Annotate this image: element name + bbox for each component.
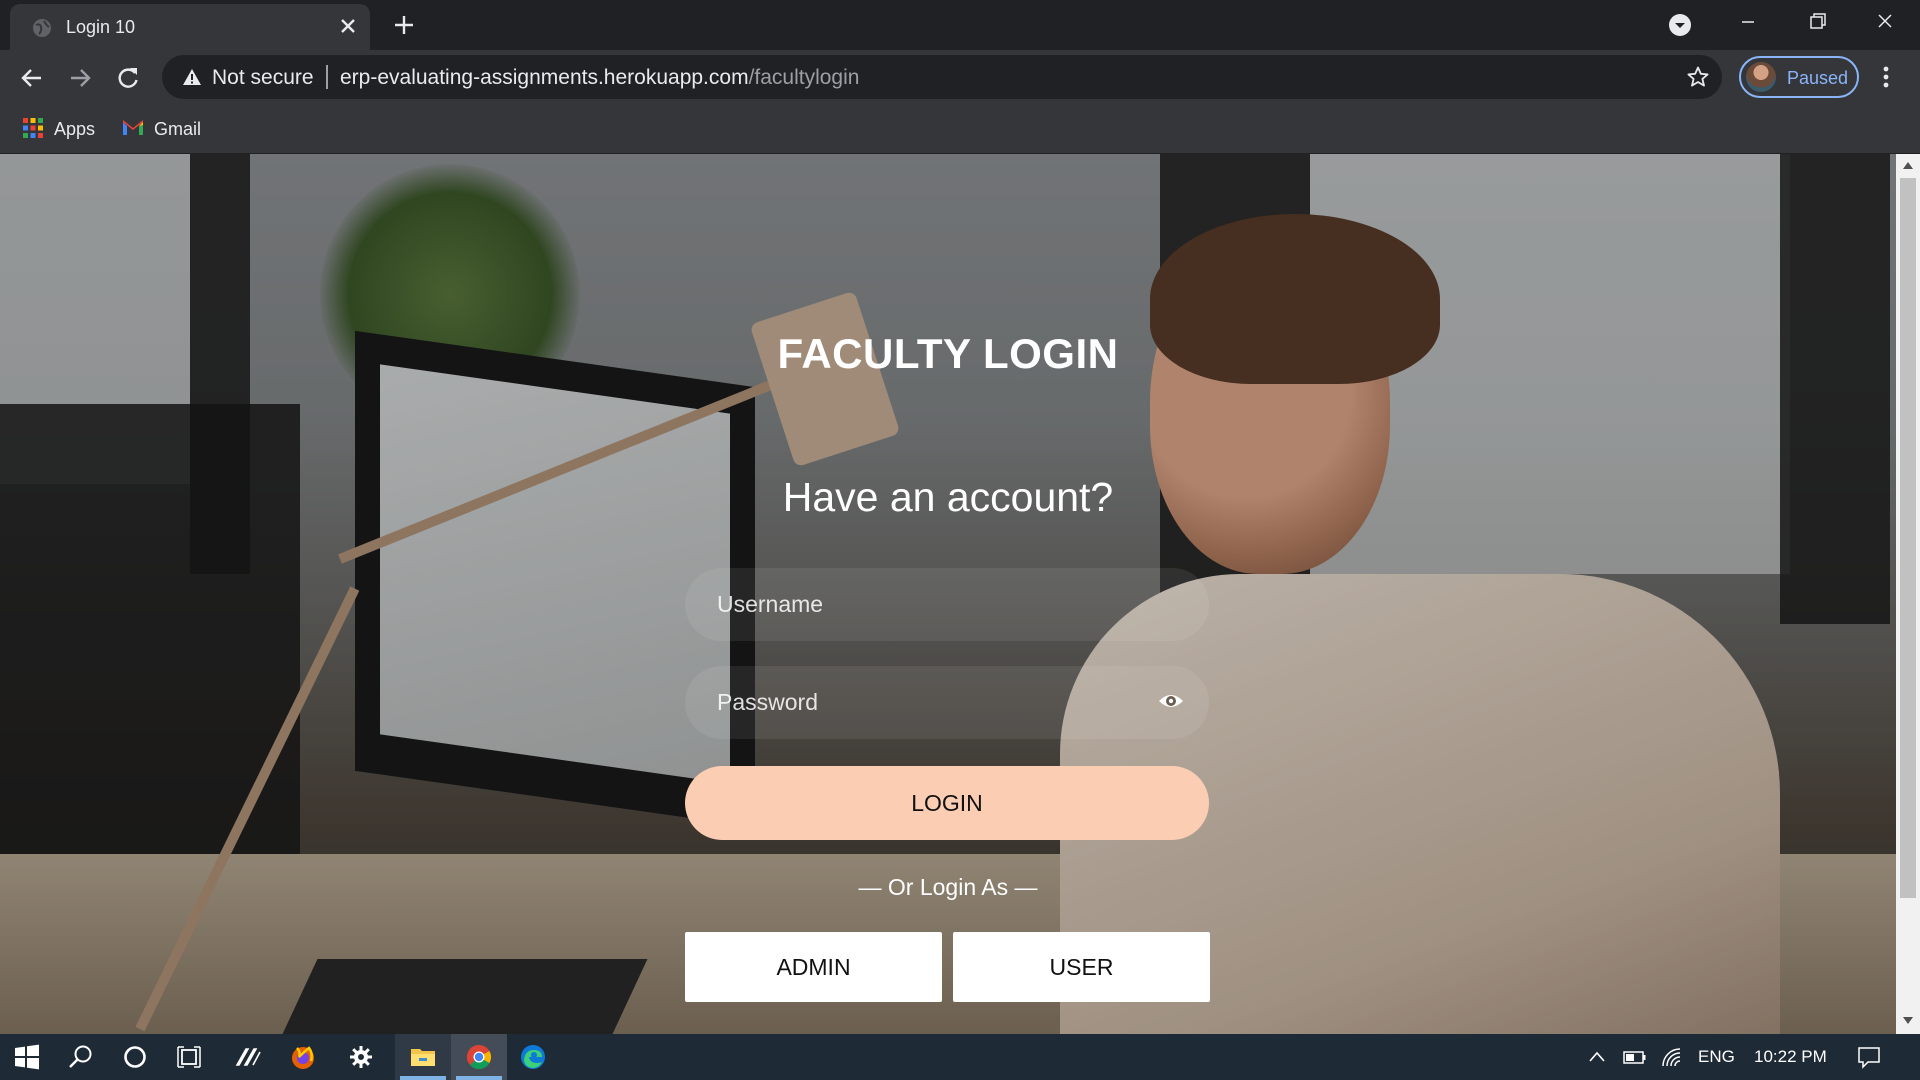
username-placeholder: Username	[717, 591, 824, 617]
windows-taskbar: ENG 10:22 PM	[0, 1034, 1920, 1080]
firefox-icon[interactable]	[289, 1043, 317, 1071]
admin-button[interactable]: ADMIN	[685, 932, 942, 1002]
window-close-icon[interactable]	[1868, 8, 1902, 36]
notifications-icon[interactable]	[1856, 1044, 1882, 1070]
windows-start-icon[interactable]	[13, 1043, 41, 1071]
login-form: FACULTY LOGIN Have an account? Username …	[0, 154, 1896, 1034]
scrollbar-thumb[interactable]	[1900, 178, 1916, 898]
restore-icon[interactable]	[1800, 8, 1834, 36]
more-menu-icon[interactable]	[1876, 64, 1896, 90]
cortana-icon[interactable]	[121, 1043, 149, 1071]
scrollbar[interactable]	[1896, 154, 1920, 1034]
avatar	[1746, 62, 1776, 92]
search-icon[interactable]	[67, 1043, 95, 1071]
globe-icon	[33, 19, 51, 37]
pen-app-icon[interactable]	[234, 1043, 262, 1071]
bookmark-label: Gmail	[154, 119, 202, 139]
new-tab-icon[interactable]	[390, 11, 418, 39]
battery-icon[interactable]	[1622, 1046, 1648, 1068]
bookmarks-bar: Apps Gmail	[0, 104, 1920, 154]
language-indicator[interactable]: ENG	[1698, 1047, 1735, 1067]
url-path: /facultylogin	[748, 66, 860, 89]
tray-chevron-up-icon[interactable]	[1586, 1046, 1608, 1068]
url-host: erp-evaluating-assignments.herokuapp.com	[340, 66, 749, 89]
file-explorer-running-indicator	[400, 1076, 446, 1080]
file-explorer-icon[interactable]	[409, 1043, 437, 1071]
address-bar[interactable]: Not secure erp-evaluating-assignments.he…	[162, 55, 1722, 99]
security-label[interactable]: Not secure	[212, 66, 314, 90]
apps-grid-icon	[23, 118, 43, 139]
bookmark-label: Apps	[54, 119, 96, 139]
tab-title: Login 10	[66, 17, 136, 37]
bookmark-star-icon[interactable]	[1686, 65, 1710, 89]
browser-tab[interactable]: Login 10	[10, 4, 370, 50]
password-input[interactable]: Password	[685, 666, 1209, 739]
settings-icon[interactable]	[347, 1043, 375, 1071]
page-subtitle: Have an account?	[782, 474, 1114, 520]
clock[interactable]: 10:22 PM	[1754, 1047, 1827, 1067]
back-icon[interactable]	[18, 64, 46, 92]
profile-status: Paused	[1787, 68, 1849, 88]
minimize-icon[interactable]	[1731, 8, 1765, 36]
eye-icon[interactable]	[1157, 690, 1185, 712]
tab-strip: Login 10	[0, 0, 1920, 50]
close-tab-icon[interactable]	[336, 14, 360, 38]
scroll-down-icon[interactable]	[1902, 1016, 1914, 1026]
gmail-icon	[123, 120, 143, 136]
forward-icon[interactable]	[66, 64, 94, 92]
login-button[interactable]: LOGIN	[685, 766, 1209, 840]
tab-search-icon[interactable]	[1668, 13, 1692, 37]
edge-icon[interactable]	[519, 1043, 547, 1071]
warning-icon[interactable]	[182, 67, 202, 87]
chrome-icon[interactable]	[465, 1043, 493, 1071]
reload-icon[interactable]	[114, 64, 142, 92]
scroll-up-icon[interactable]	[1902, 160, 1914, 170]
username-input[interactable]: Username	[685, 568, 1209, 641]
url-text[interactable]: erp-evaluating-assignments.herokuapp.com…	[340, 66, 859, 90]
bookmark-apps[interactable]: Apps	[22, 114, 95, 144]
wifi-icon[interactable]	[1660, 1046, 1686, 1068]
page-viewport: FACULTY LOGIN Have an account? Username …	[0, 154, 1896, 1034]
password-placeholder: Password	[717, 689, 818, 715]
profile-button[interactable]: Paused	[1739, 56, 1859, 98]
or-login-as-label: — Or Login As —	[858, 874, 1038, 900]
chrome-running-indicator	[456, 1076, 502, 1080]
task-view-icon[interactable]	[175, 1043, 203, 1071]
omnibox-divider	[326, 65, 328, 89]
bookmark-gmail[interactable]: Gmail	[122, 114, 201, 144]
browser-toolbar: Not secure erp-evaluating-assignments.he…	[0, 50, 1920, 104]
user-button[interactable]: USER	[953, 932, 1210, 1002]
page-title: FACULTY LOGIN	[777, 330, 1119, 377]
